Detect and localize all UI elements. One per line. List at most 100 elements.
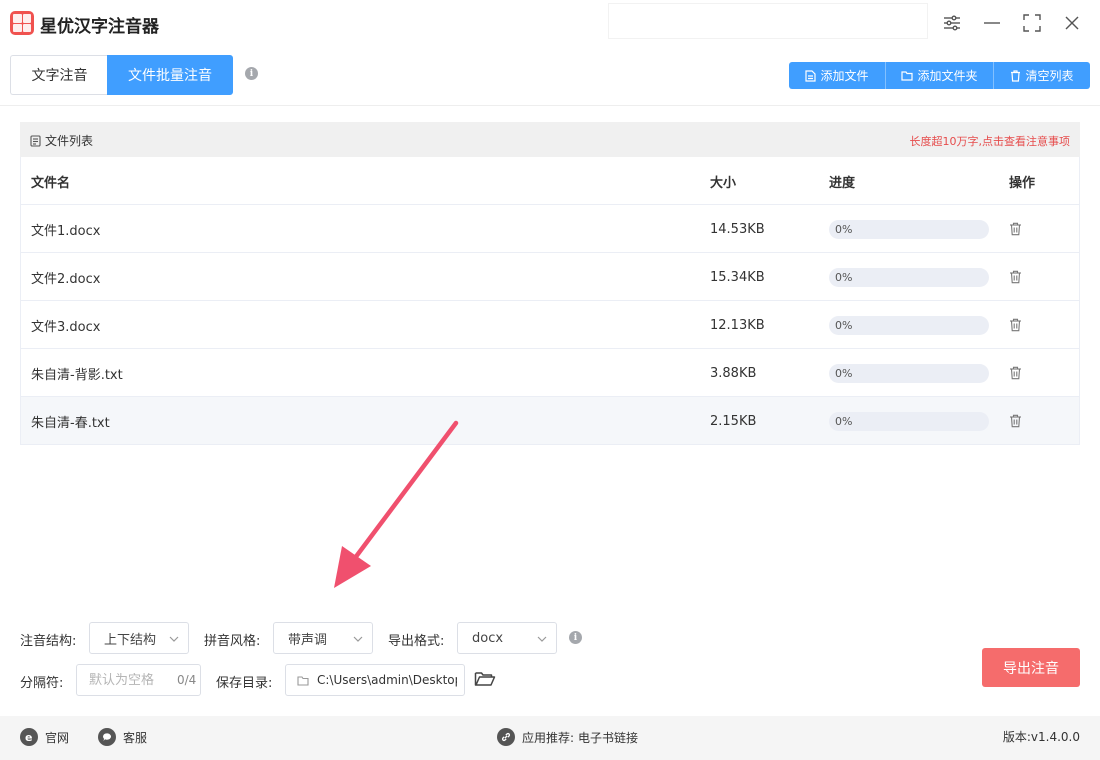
app-logo-icon — [10, 11, 34, 35]
progress-label: 0% — [835, 222, 853, 236]
table-row[interactable]: 文件3.docx 12.13KB 0% — [21, 301, 1079, 349]
trash-icon — [1011, 69, 1021, 82]
progress-bar: 0% — [829, 363, 989, 383]
chat-bubble-icon — [98, 728, 116, 746]
progress-cell: 0% — [829, 205, 989, 253]
file-size: 14.53KB — [710, 221, 765, 237]
info-icon[interactable]: i — [245, 67, 258, 80]
separator-input[interactable] — [89, 672, 177, 688]
structure-select[interactable]: 上下结构 — [89, 622, 189, 654]
export-format-select[interactable]: docx — [457, 622, 557, 654]
table-row[interactable]: 朱自清-背影.txt 3.88KB 0% — [21, 349, 1079, 397]
link-icon — [497, 728, 515, 746]
column-header-action: 操作 — [1009, 175, 1036, 191]
structure-label: 注音结构: — [20, 634, 77, 649]
table-header-row: 文件名 大小 进度 操作 — [21, 157, 1079, 205]
file-name: 文件3.docx — [31, 319, 101, 335]
progress-label: 0% — [835, 318, 853, 332]
progress-label: 0% — [835, 270, 853, 284]
column-header-progress: 进度 — [829, 175, 856, 191]
chevron-down-icon — [537, 636, 547, 642]
divider — [0, 105, 1100, 106]
progress-label: 0% — [835, 366, 853, 380]
export-annotation-button[interactable]: 导出注音 — [982, 648, 1080, 687]
folder-icon — [297, 675, 309, 686]
website-link[interactable]: e 官网 — [20, 728, 69, 746]
separator-char-count: 0/4 — [177, 673, 197, 687]
close-icon[interactable] — [1061, 12, 1083, 34]
file-size: 15.34KB — [710, 269, 765, 285]
action-cell — [1009, 349, 1022, 397]
progress-bar: 0% — [829, 411, 989, 431]
action-cell — [1009, 253, 1022, 301]
customer-service-link[interactable]: 客服 — [98, 728, 147, 746]
add-folder-label: 添加文件夹 — [917, 69, 978, 83]
add-file-button[interactable]: 添加文件 — [789, 62, 886, 89]
maximize-icon[interactable] — [1021, 12, 1043, 34]
document-icon — [30, 134, 41, 147]
delete-trash-icon[interactable] — [1009, 414, 1022, 428]
progress-cell: 0% — [829, 301, 989, 349]
tab-batch-file-annotation[interactable]: 文件批量注音 — [107, 55, 233, 95]
action-cell — [1009, 301, 1022, 349]
table-row[interactable]: 文件1.docx 14.53KB 0% — [21, 205, 1079, 253]
website-label: 官网 — [45, 730, 70, 745]
progress-cell: 0% — [829, 253, 989, 301]
customer-service-label: 客服 — [123, 730, 148, 745]
ebook-link[interactable]: 电子书链接 — [578, 729, 638, 746]
save-dir-field[interactable] — [285, 664, 465, 696]
delete-trash-icon[interactable] — [1009, 366, 1022, 380]
browse-folder-icon[interactable] — [474, 670, 496, 692]
file-name: 文件1.docx — [31, 223, 101, 239]
save-dir-label: 保存目录: — [216, 676, 273, 691]
add-folder-button[interactable]: 添加文件夹 — [886, 62, 994, 89]
version-label: 版本:v1.4.0.0 — [1002, 730, 1080, 744]
add-file-label: 添加文件 — [820, 69, 869, 83]
progress-bar: 0% — [829, 315, 989, 335]
progress-cell: 0% — [829, 349, 989, 397]
pinyin-style-label: 拼音风格: — [204, 634, 261, 649]
table-row[interactable]: 文件2.docx 15.34KB 0% — [21, 253, 1079, 301]
progress-label: 0% — [835, 414, 853, 428]
delete-trash-icon[interactable] — [1009, 318, 1022, 332]
action-cell — [1009, 397, 1022, 445]
save-dir-input[interactable] — [317, 673, 457, 687]
folder-icon — [901, 71, 914, 81]
file-name: 朱自清-春.txt — [31, 415, 110, 431]
export-format-label: 导出格式: — [388, 634, 445, 649]
file-size: 2.15KB — [710, 413, 757, 429]
file-icon — [805, 69, 817, 82]
delete-trash-icon[interactable] — [1009, 222, 1022, 236]
table-row[interactable]: 朱自清-春.txt 2.15KB 0% — [21, 397, 1079, 445]
action-cell — [1009, 205, 1022, 253]
settings-sliders-icon[interactable] — [941, 12, 963, 34]
footer-bar: e 官网 客服 应用推荐: 电子书链接 版本:v1.4.0.0 — [0, 716, 1100, 760]
file-size: 12.13KB — [710, 317, 765, 333]
clear-list-button[interactable]: 清空列表 — [994, 62, 1090, 89]
column-header-size: 大小 — [710, 175, 737, 191]
title-bar: 星优汉字注音器 — [0, 0, 1100, 46]
app-recommend: 应用推荐: 电子书链接 — [497, 728, 638, 746]
tab-text-annotation[interactable]: 文字注音 — [10, 55, 108, 95]
chevron-down-icon — [169, 636, 179, 642]
minimize-icon[interactable] — [981, 12, 1003, 34]
clear-list-label: 清空列表 — [1025, 69, 1074, 83]
column-header-name: 文件名 — [31, 175, 71, 191]
file-table: 文件名 大小 进度 操作 文件1.docx 14.53KB 0% 文件2.docx 15… — [20, 157, 1080, 445]
recommend-label: 应用推荐: — [522, 730, 575, 745]
title-bar-blank-area — [608, 3, 928, 39]
file-list-header: 文件列表 长度超10万字,点击查看注意事项 — [20, 122, 1080, 157]
separator-label: 分隔符: — [20, 676, 64, 691]
structure-value: 上下结构 — [104, 632, 157, 648]
ie-browser-icon: e — [20, 728, 38, 746]
export-format-value: docx — [472, 630, 504, 646]
delete-trash-icon[interactable] — [1009, 270, 1022, 284]
length-warning-link[interactable]: 长度超10万字,点击查看注意事项 — [910, 133, 1071, 149]
file-size: 3.88KB — [710, 365, 757, 381]
file-name: 朱自清-背影.txt — [31, 367, 123, 383]
separator-field[interactable]: 0/4 — [76, 664, 201, 696]
pinyin-style-select[interactable]: 带声调 — [273, 622, 373, 654]
file-name: 文件2.docx — [31, 271, 101, 287]
format-info-icon[interactable]: i — [569, 631, 582, 644]
progress-bar: 0% — [829, 267, 989, 287]
